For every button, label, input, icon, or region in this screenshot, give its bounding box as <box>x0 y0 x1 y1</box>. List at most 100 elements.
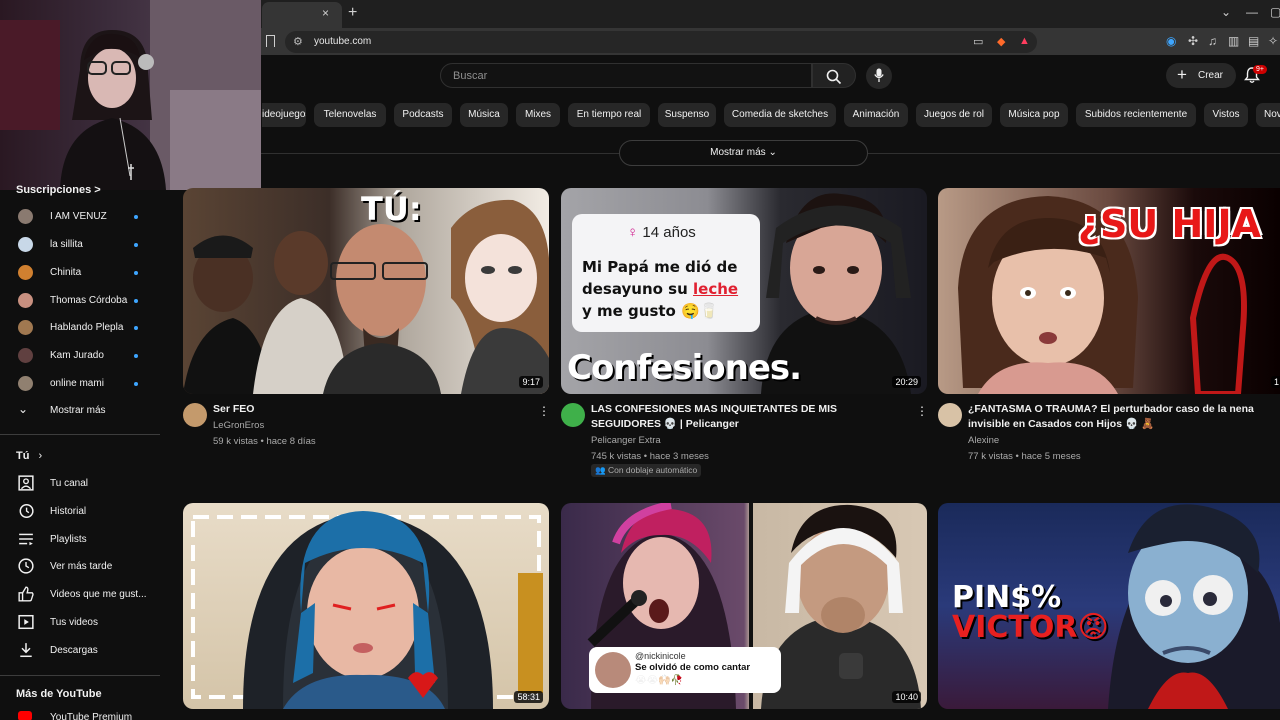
video-title[interactable]: ¿FANTASMA O TRAUMA? El perturbador caso … <box>968 402 1268 432</box>
minimize-icon[interactable]: — <box>1246 5 1258 19</box>
sidebar-item-liked-videos[interactable]: Videos que me gust... <box>0 581 160 609</box>
chip[interactable]: Música <box>460 103 508 127</box>
video-thumbnail[interactable]: PIN$% VICTOR😡 <box>938 503 1280 709</box>
sidebar-item-downloads[interactable]: Descargas <box>0 637 160 665</box>
chip[interactable]: Comedia de sketches <box>724 103 836 127</box>
channel-avatar[interactable] <box>183 403 207 427</box>
sidebar-item-subscription[interactable]: online mami <box>0 370 160 398</box>
channel-avatar[interactable] <box>938 403 962 427</box>
more-options-icon[interactable]: ⋮ <box>538 404 550 418</box>
card-line: Mi Papá me dió de <box>582 258 738 276</box>
brave-shield-icon[interactable]: ◆ <box>997 35 1005 48</box>
card-line: desayuno su leche <box>582 278 758 300</box>
sidebar-item-youtube-premium[interactable]: YouTube Premium <box>0 704 160 720</box>
channel-name[interactable]: LeGronEros <box>213 420 264 431</box>
chip[interactable]: Música pop <box>1000 103 1068 127</box>
sidebar-item-subscription[interactable]: Thomas Córdoba <box>0 287 160 315</box>
video-thumbnail[interactable]: @nickinicole Se olvidó de como cantar 😭😭… <box>561 503 927 709</box>
sidebar-toggle-icon[interactable]: ▥ <box>1228 34 1239 48</box>
create-button[interactable]: + Crear <box>1166 63 1236 88</box>
chip[interactable]: Nov <box>1256 103 1280 127</box>
sidebar-item-history[interactable]: Historial <box>0 498 160 526</box>
overlay-line: PIN$% <box>952 580 1062 615</box>
chip[interactable]: Telenovelas <box>314 103 386 127</box>
chip[interactable]: Animación <box>844 103 908 127</box>
sidebar-item-your-channel[interactable]: Tu canal <box>0 470 160 498</box>
search-input[interactable]: Buscar <box>453 70 487 82</box>
cast-icon[interactable]: ▭ <box>973 35 983 48</box>
chip[interactable]: ideojuegos <box>262 103 306 127</box>
video-title[interactable]: Ser FEO <box>213 402 523 417</box>
card-highlight: leche <box>693 280 739 298</box>
auto-dub-badge: 👥 Con doblaje automático <box>591 464 702 477</box>
chip[interactable]: Suspenso <box>658 103 716 127</box>
brave-rewards-icon[interactable]: ▲ <box>1019 35 1030 47</box>
maximize-icon[interactable]: ▢ <box>1270 5 1280 19</box>
confession-card-text: Mi Papá me dió de desayuno su leche y me… <box>582 256 758 322</box>
watch-later-icon <box>18 558 34 574</box>
puzzle-icon[interactable]: ✣ <box>1188 34 1198 48</box>
show-more-button[interactable]: Mostrar más ⌄ <box>619 140 868 166</box>
sidebar-item-subscription[interactable]: Hablando Plepla <box>0 314 160 342</box>
url-text[interactable]: youtube.com <box>314 36 371 47</box>
video-duration: 58:31 <box>514 691 543 703</box>
chip[interactable]: En tiempo real <box>568 103 650 127</box>
bookmark-icon[interactable] <box>266 35 275 47</box>
sidebar-item-subscription[interactable]: Kam Jurado <box>0 342 160 370</box>
video-duration: 1 <box>1270 376 1280 388</box>
sidebar-show-more[interactable]: ⌄ Mostrar más <box>0 397 160 425</box>
video-thumbnail[interactable]: 58:31 <box>183 503 549 709</box>
extension-icon[interactable]: ◉ <box>1166 34 1176 48</box>
sidebar-item-watch-later[interactable]: Ver más tarde <box>0 553 160 581</box>
download-icon <box>20 643 32 658</box>
tab-search-icon[interactable]: ⌄ <box>1221 5 1231 19</box>
address-bar[interactable]: ⚙ youtube.com ▭ ◆ ▲ <box>285 31 1037 53</box>
browser-tab[interactable] <box>262 2 342 28</box>
create-label: Crear <box>1198 70 1224 81</box>
sidebar-item-label: Historial <box>50 506 87 517</box>
channel-name[interactable]: Pelicanger Extra <box>591 435 661 446</box>
chip[interactable]: Mixes <box>516 103 560 127</box>
dub-label: Con doblaje automático <box>607 465 698 475</box>
subscriptions-header[interactable]: Suscripciones > <box>16 184 101 196</box>
video-thumbnail[interactable]: ♀ 14 años Mi Papá me dió de desayuno su … <box>561 188 927 394</box>
tab-close-icon[interactable]: × <box>322 6 329 20</box>
site-settings-icon[interactable]: ⚙ <box>293 35 303 48</box>
history-icon <box>19 503 34 519</box>
person-icon: ♀ <box>627 224 639 241</box>
sidebar-divider <box>0 434 160 435</box>
chip[interactable]: Podcasts <box>394 103 452 127</box>
sidebar-item-subscription[interactable]: Chinita <box>0 259 160 287</box>
more-options-icon[interactable]: ⋮ <box>916 404 928 418</box>
wallet-icon[interactable]: ▤ <box>1248 34 1259 48</box>
chip[interactable]: Vistos <box>1204 103 1248 127</box>
voice-search-button[interactable] <box>866 63 892 89</box>
search-button[interactable] <box>812 63 856 88</box>
sidebar-show-more-label: Mostrar más <box>50 405 106 416</box>
search-box[interactable]: Buscar <box>440 63 812 88</box>
media-icon[interactable]: ♫ <box>1208 34 1217 48</box>
search-icon <box>826 69 842 85</box>
video-duration: 10:40 <box>892 691 921 703</box>
comment-handle: @nickinicole <box>635 651 686 661</box>
new-tab-icon[interactable]: + <box>348 4 357 22</box>
avatar <box>18 348 33 363</box>
chip[interactable]: Subidos recientemente <box>1076 103 1196 127</box>
avatar <box>18 265 33 280</box>
sidebar-item-playlists[interactable]: Playlists <box>0 526 160 554</box>
sidebar-item-subscription[interactable]: I AM VENUZ <box>0 203 160 231</box>
new-content-dot <box>134 326 138 330</box>
chip[interactable]: Juegos de rol <box>916 103 992 127</box>
video-stats: 77 k vistas • hace 5 meses <box>968 451 1081 462</box>
sidebar-item-subscription[interactable]: la sillita <box>0 231 160 259</box>
leo-icon[interactable]: ✧ <box>1268 34 1278 48</box>
sidebar-item-your-videos[interactable]: Tus videos <box>0 609 160 637</box>
video-thumbnail[interactable]: TÚ: 9:17 <box>183 188 549 394</box>
video-title[interactable]: LAS CONFESIONES MAS INQUIETANTES DE MIS … <box>591 402 909 432</box>
channel-name[interactable]: Alexine <box>968 435 999 446</box>
video-thumbnail[interactable]: ¿SU HIJA 1 <box>938 188 1280 394</box>
new-content-dot <box>134 215 138 219</box>
you-header[interactable]: Tú › <box>16 450 42 462</box>
channel-avatar[interactable] <box>561 403 585 427</box>
new-content-dot <box>134 243 138 247</box>
